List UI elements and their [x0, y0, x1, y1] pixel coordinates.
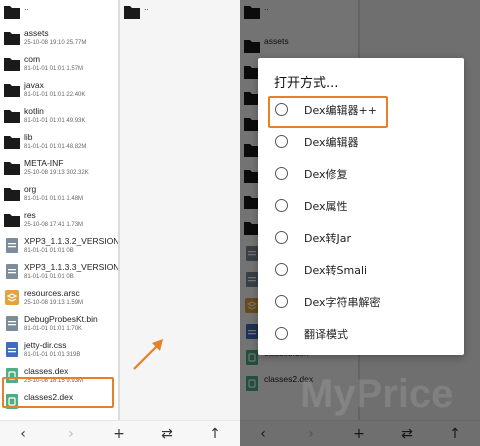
- option-label: Dex转Smali: [304, 264, 368, 277]
- file-name: XPP3_1.1.3.3_VERSION: [24, 262, 118, 272]
- dex-editor-plus-highlight: [268, 96, 388, 128]
- file-row[interactable]: kotlin 81-01-01 01:01 49.93K: [0, 104, 118, 130]
- open-with-option[interactable]: Dex属性: [268, 192, 458, 220]
- file-name: resources.arsc: [24, 288, 80, 298]
- folder-icon: [3, 159, 21, 176]
- file-meta: 81-01-01 01:01 48.82M: [24, 144, 87, 150]
- open-with-option[interactable]: Dex字符串解密: [268, 288, 458, 316]
- watermark: MyPrice: [300, 372, 454, 416]
- up-button[interactable]: ↑: [204, 425, 226, 443]
- file-icon: [3, 315, 21, 332]
- file-name: assets: [24, 28, 49, 38]
- left-file-panel: .. assets 25-10-08 19:10 25.77M com 81-0…: [0, 0, 240, 446]
- add-button[interactable]: +: [108, 425, 130, 443]
- file-row[interactable]: resources.arsc 25-10-08 19:13 1.59M: [0, 286, 118, 312]
- parent-dir-row-col2[interactable]: ..: [120, 0, 238, 26]
- file-name: res: [24, 210, 36, 220]
- folder-icon: [3, 133, 21, 150]
- open-with-option[interactable]: 翻译模式: [268, 320, 458, 348]
- file-name: org: [24, 184, 37, 194]
- css-file-icon: [3, 341, 21, 358]
- radio-button[interactable]: [275, 167, 288, 180]
- radio-button[interactable]: [275, 327, 288, 340]
- file-meta: 25-10-08 19:13 302.32K: [24, 170, 89, 176]
- open-with-option[interactable]: Dex转Smali: [268, 256, 458, 284]
- file-name: classes.dex: [24, 366, 69, 376]
- folder-icon: [3, 29, 21, 46]
- folder-icon: [3, 55, 21, 72]
- file-icon: [3, 237, 21, 254]
- parent-dir-row[interactable]: ..: [0, 0, 118, 26]
- option-label: 翻译模式: [304, 328, 348, 341]
- file-row[interactable]: org 81-01-01 01:01 1.48M: [0, 182, 118, 208]
- file-row[interactable]: com 81-01-01 01:01 1.57M: [0, 52, 118, 78]
- bottom-toolbar: ‹ › + ⇄ ↑: [0, 420, 240, 446]
- radio-button[interactable]: [275, 231, 288, 244]
- file-meta: 81-01-01 01:01 1.70K: [24, 326, 83, 332]
- file-name: javax: [24, 80, 44, 90]
- option-label: Dex字符串解密: [304, 296, 381, 309]
- option-label: Dex修复: [304, 168, 348, 181]
- radio-button[interactable]: [275, 263, 288, 276]
- file-row[interactable]: assets 25-10-08 19:10 25.77M: [0, 26, 118, 52]
- back-button[interactable]: ‹: [12, 425, 34, 443]
- open-with-dialog: 打开方式... Dex编辑器++ Dex编辑器 Dex修复 Dex属性 Dex转…: [258, 58, 464, 355]
- file-meta: 25-10-08 19:13 1.59M: [24, 300, 84, 306]
- file-meta: 81-01-01 01:01 319B: [24, 352, 81, 358]
- open-with-option[interactable]: Dex编辑器: [268, 128, 458, 156]
- file-meta: 25-10-08 19:10 25.77M: [24, 40, 87, 46]
- option-label: Dex编辑器: [304, 136, 359, 149]
- file-row[interactable]: DebugProbesKt.bin 81-01-01 01:01 1.70K: [0, 312, 118, 338]
- classes-dex-highlight: [2, 377, 114, 408]
- radio-button[interactable]: [275, 295, 288, 308]
- file-row[interactable]: XPP3_1.1.3.2_VERSION 81-01-01 01:01 0B: [0, 234, 118, 260]
- file-meta: 81-01-01 01:01 22.40K: [24, 92, 86, 98]
- radio-button[interactable]: [275, 135, 288, 148]
- file-row[interactable]: XPP3_1.1.3.3_VERSION 81-01-01 01:01 0B: [0, 260, 118, 286]
- file-row[interactable]: javax 81-01-01 01:01 22.40K: [0, 78, 118, 104]
- file-list: .. assets 25-10-08 19:10 25.77M com 81-0…: [0, 0, 118, 420]
- file-meta: 81-01-01 01:01 49.93K: [24, 118, 86, 124]
- dialog-title: 打开方式...: [274, 76, 339, 91]
- folder-icon: [123, 3, 141, 20]
- arsc-file-icon: [3, 289, 21, 306]
- folder-icon: [3, 107, 21, 124]
- option-label: Dex转Jar: [304, 232, 352, 245]
- parent-dir-label: ..: [144, 2, 149, 12]
- file-meta: 25-10-08 17:41 1.73M: [24, 222, 84, 228]
- right-file-panel: .. assets jetty-dir.css: [240, 0, 480, 446]
- file-name: com: [24, 54, 41, 64]
- swap-panes-button[interactable]: ⇄: [156, 425, 178, 443]
- file-meta: 81-01-01 01:01 0B: [24, 248, 74, 254]
- file-name: DebugProbesKt.bin: [24, 314, 98, 324]
- file-icon: [3, 263, 21, 280]
- file-name: lib: [24, 132, 33, 142]
- open-with-option[interactable]: Dex修复: [268, 160, 458, 188]
- radio-button[interactable]: [275, 199, 288, 212]
- file-name: kotlin: [24, 106, 44, 116]
- file-meta: 81-01-01 01:01 1.48M: [24, 196, 84, 202]
- folder-icon: [3, 185, 21, 202]
- option-label: Dex属性: [304, 200, 348, 213]
- file-meta: 81-01-01 01:01 0B: [24, 274, 74, 280]
- file-row[interactable]: res 25-10-08 17:41 1.73M: [0, 208, 118, 234]
- file-name: jetty-dir.css: [24, 340, 67, 350]
- folder-icon: [3, 211, 21, 228]
- folder-icon: [3, 81, 21, 98]
- file-name: META-INF: [24, 158, 64, 168]
- file-name: XPP3_1.1.3.2_VERSION: [24, 236, 118, 246]
- open-with-option[interactable]: Dex转Jar: [268, 224, 458, 252]
- annotation-arrow: [133, 339, 163, 370]
- parent-dir-label: ..: [24, 2, 29, 12]
- file-row[interactable]: jetty-dir.css 81-01-01 01:01 319B: [0, 338, 118, 364]
- file-row[interactable]: lib 81-01-01 01:01 48.82M: [0, 130, 118, 156]
- folder-icon: [3, 3, 21, 20]
- forward-button[interactable]: ›: [60, 425, 82, 443]
- file-row[interactable]: META-INF 25-10-08 19:13 302.32K: [0, 156, 118, 182]
- file-meta: 81-01-01 01:01 1.57M: [24, 66, 84, 72]
